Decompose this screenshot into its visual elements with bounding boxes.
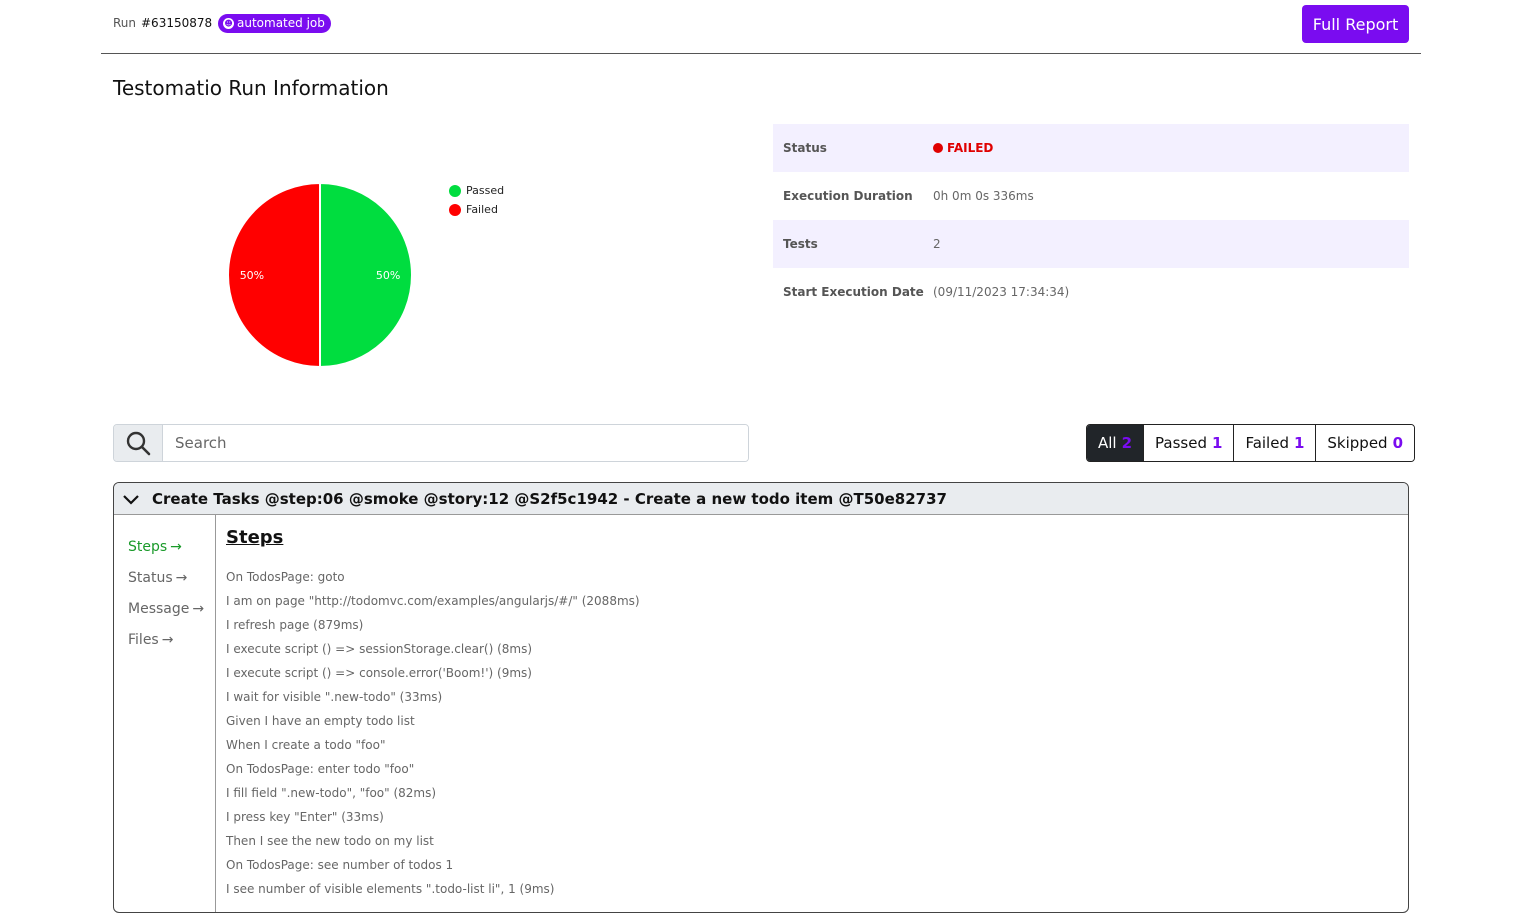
filter-label: Skipped [1327,434,1388,452]
step-item: On TodosPage: goto [226,570,345,584]
status-value: FAILED [933,141,993,155]
step-item: I see number of visible elements ".todo-… [226,882,555,896]
nav-steps[interactable]: Steps → [114,531,215,562]
result-filters: All 2 Passed 1 Failed 1 Skipped 0 [1086,424,1416,462]
steps-title: Steps [226,527,284,548]
run-label: Run [113,16,137,30]
legend-item-failed[interactable]: Failed [449,200,504,219]
step-item: On TodosPage: enter todo "foo" [226,762,415,776]
nav-files[interactable]: Files → [114,624,215,655]
status-dot-icon [933,143,943,153]
test-sidenav: Steps → Status → Message → Files → [114,515,216,912]
step-item: Then I see the new todo on my list [226,834,434,848]
status-text: FAILED [947,141,994,155]
filter-label: Passed [1155,434,1207,452]
duration-key: Execution Duration [783,189,913,203]
search-icon [126,431,151,456]
test-title: Create Tasks @step:06 @smoke @story:12 @… [152,489,947,508]
legend-swatch-failed [449,203,461,216]
search-button[interactable] [114,425,163,461]
search-input[interactable] [163,425,748,461]
tests-value: 2 [933,237,941,251]
pie-label-passed: 50% [376,269,400,282]
legend-label-passed: Passed [466,184,505,197]
full-report-button[interactable]: Full Report [1302,5,1409,43]
steps-section: Steps On TodosPage: goto I am on page "h… [216,515,640,912]
filter-count: 1 [1212,434,1223,452]
test-body: Steps → Status → Message → Files → Steps… [114,515,1408,912]
chart-legend: Passed Failed [449,181,504,219]
step-item: Given I have an empty todo list [226,714,415,728]
filter-failed[interactable]: Failed 1 [1234,425,1317,461]
step-item: I am on page "http://todomvc.com/example… [226,594,640,608]
run-info-table: Status FAILED Execution Duration 0h 0m 0… [773,124,1409,316]
chevron-down-icon[interactable] [122,490,140,508]
start-date-key: Start Execution Date [783,285,924,299]
nav-label: Status [128,569,173,586]
step-item: I refresh page (879ms) [226,618,364,632]
arrow-right-icon: → [175,569,188,586]
run-id: #63150878 [141,16,213,30]
filter-skipped[interactable]: Skipped 0 [1316,425,1415,461]
pie-svg: 50% 50% [227,181,413,369]
nav-label: Steps [128,538,168,555]
robot-icon: ☻ [223,18,234,29]
filter-label: Failed [1245,434,1289,452]
badge-label: automated job [237,16,325,30]
tests-row: Tests 2 [773,220,1409,268]
results-pie-chart: 50% 50% [215,170,425,380]
search-bar [113,424,749,462]
step-item: I press key "Enter" (33ms) [226,810,384,824]
nav-message[interactable]: Message → [114,593,215,624]
nav-label: Message [128,600,190,617]
arrow-right-icon: → [192,600,205,617]
status-key: Status [783,141,827,155]
start-date-row: Start Execution Date (09/11/2023 17:34:3… [773,268,1409,316]
start-date-value: (09/11/2023 17:34:34) [933,285,1070,299]
duration-value: 0h 0m 0s 336ms [933,189,1034,203]
step-item: I fill field ".new-todo", "foo" (82ms) [226,786,437,800]
step-item: When I create a todo "foo" [226,738,386,752]
filter-all[interactable]: All 2 [1087,425,1145,461]
pie-label-failed: 50% [240,269,264,282]
legend-swatch-passed [449,184,461,197]
step-item: On TodosPage: see number of todos 1 [226,858,454,872]
arrow-right-icon: → [161,631,174,648]
legend-item-passed[interactable]: Passed [449,181,504,200]
filter-count: 0 [1392,434,1404,452]
filter-count: 2 [1121,434,1133,452]
page-title: Testomatio Run Information [113,76,389,100]
legend-label-failed: Failed [466,203,498,216]
status-row: Status FAILED [773,124,1409,172]
filter-passed[interactable]: Passed 1 [1144,425,1235,461]
nav-label: Files [128,631,159,648]
tests-key: Tests [783,237,818,251]
test-panel: Create Tasks @step:06 @smoke @story:12 @… [113,482,1409,913]
test-header[interactable]: Create Tasks @step:06 @smoke @story:12 @… [114,483,1408,515]
filter-count: 1 [1293,434,1305,452]
nav-status[interactable]: Status → [114,562,215,593]
top-bar: Run #63150878 ☻ automated job Full Repor… [101,0,1421,54]
filter-label: All [1098,434,1117,452]
step-item: I wait for visible ".new-todo" (33ms) [226,690,443,704]
duration-row: Execution Duration 0h 0m 0s 336ms [773,172,1409,220]
step-item: I execute script () => console.error('Bo… [226,666,532,680]
step-item: I execute script () => sessionStorage.cl… [226,642,533,656]
arrow-right-icon: → [170,538,182,555]
automated-job-badge: ☻ automated job [218,14,331,33]
